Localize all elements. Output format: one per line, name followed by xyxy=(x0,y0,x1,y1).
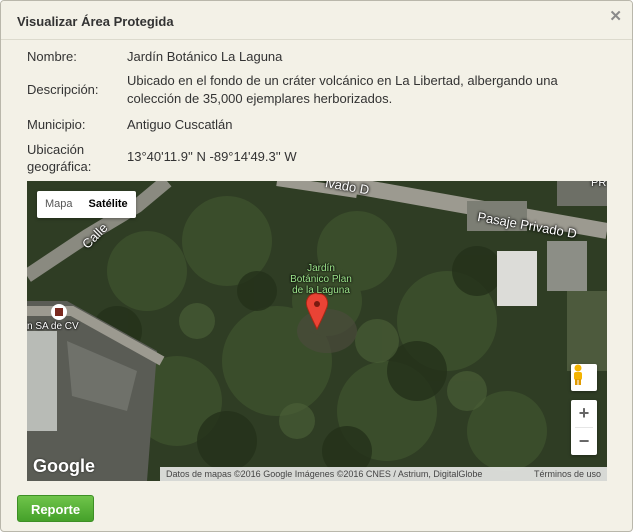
zoom-out-button[interactable]: − xyxy=(571,428,597,455)
protected-area-dialog: Visualizar Área Protegida ✕ Nombre: Jard… xyxy=(0,0,633,532)
nombre-label: Nombre: xyxy=(27,49,77,64)
map-type-mapa[interactable]: Mapa xyxy=(37,191,81,218)
attribution-text: Datos de mapas ©2016 Google Imágenes ©20… xyxy=(166,469,483,479)
dialog-title: Visualizar Área Protegida xyxy=(17,14,174,29)
map-type-satellite[interactable]: Satélite xyxy=(81,191,136,218)
ubicacion-value: 13°40'11.9'' N -89°14'49.3'' W xyxy=(127,149,297,164)
street-label-pr: PR xyxy=(591,181,607,189)
satellite-map[interactable]: Mapa Satélite Pasaje Privado D ivado D C… xyxy=(27,181,607,481)
place-label-line3: de la Laguna xyxy=(292,285,350,296)
place-label-line2: Botánico Plan xyxy=(290,274,352,285)
municipio-value: Antiguo Cuscatlán xyxy=(127,117,233,132)
ubicacion-label-line2: geográfica: xyxy=(27,159,92,174)
report-button[interactable]: Reporte xyxy=(17,495,94,522)
place-label-line1: Jardín xyxy=(307,263,335,274)
municipio-label: Municipio: xyxy=(27,117,86,132)
google-logo[interactable]: Google xyxy=(33,456,95,477)
zoom-in-button[interactable]: + xyxy=(571,400,597,427)
ubicacion-label-line1: Ubicación xyxy=(27,142,85,157)
dialog-header: Visualizar Área Protegida ✕ xyxy=(1,1,632,40)
place-label: Jardín Botánico Plan de la Laguna xyxy=(281,263,361,296)
descripcion-value: Ubicado en el fondo de un cráter volcáni… xyxy=(127,73,558,106)
map-type-control: Mapa Satélite xyxy=(37,191,136,218)
terms-link[interactable]: Términos de uso xyxy=(534,467,601,481)
poi-label: n SA de CV xyxy=(27,321,79,332)
descripcion-label: Descripción: xyxy=(27,82,99,97)
nombre-value: Jardín Botánico La Laguna xyxy=(127,49,283,64)
pegman-icon[interactable] xyxy=(571,364,597,391)
map-attribution: Datos de mapas ©2016 Google Imágenes ©20… xyxy=(160,467,607,481)
dialog-footer: Reporte xyxy=(1,488,632,531)
close-icon[interactable]: ✕ xyxy=(609,9,622,25)
zoom-control: + − xyxy=(571,400,597,455)
ubicacion-label: Ubicación geográfica: xyxy=(27,141,127,175)
